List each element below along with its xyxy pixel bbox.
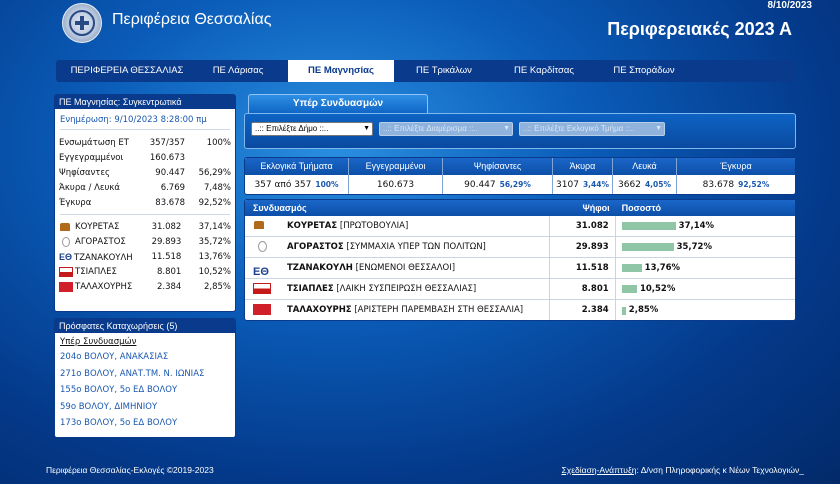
table-row[interactable]: ΑΓΟΡΑΣΤΟΣ [ΣΥΜΜΑΧΙΑ ΥΠΕΡ ΤΩΝ ΠΟΛΙΤΩΝ] 29… [245,237,795,258]
recent-item[interactable]: 59ο ΒΟΛΟΥ, ΔΙΜΗΝΙΟΥ [55,399,235,416]
agorastos-logo-icon [62,236,70,247]
summary-party-row[interactable]: ΑΓΟΡΑΣΤΟΣ 29.893 35,72% [55,235,235,250]
election-title: Περιφερειακές 2023 Α [607,19,792,39]
summary-party-row[interactable]: ΤΑΛΑΧΟΥΡΗΣ 2.384 2,85% [55,280,235,295]
stats-cell: 83.678 92,52% [702,180,770,190]
recent-title: Πρόσφατες Καταχωρήσεις (5) [55,319,235,333]
stats-cell: 160.673 [349,175,443,194]
stats-cell: 357 από 357 100% [245,175,349,194]
recent-subtitle[interactable]: Υπέρ Συνδυασμών [55,333,235,349]
summary-row: Εγγεγραμμένοι 160.673 [59,153,186,163]
nav-trikala[interactable]: ΠΕ Τρικάλων [394,60,494,82]
summary-party-row[interactable]: ΤΣΙΑΠΛΕΣ 8.801 10,52% [55,265,235,280]
summary-row: Ψηφίσαντες 90.447 56,29% [59,168,232,178]
filter-bar: ..:: Επιλέξτε Δήμο ::.. ▼ ..:: Επιλέξτε Δ… [244,113,796,149]
footer-copyright: Περιφέρεια Θεσσαλίας-Εκλογές ©2019-2023 [46,465,214,475]
stats-header: Έγκυρα [720,161,752,171]
recent-item[interactable]: 173ο ΒΟΛΟΥ, 5ο ΕΔ ΒΟΛΟΥ [55,415,235,432]
summary-title: ΠΕ Μαγνησίας: Συγκεντρωτικά [55,95,235,109]
vote-share-bar [621,222,676,230]
talaxouris-logo-icon [253,304,271,315]
stats-cell: 90.447 56,29% [443,175,553,194]
kouretas-logo-icon [253,220,271,231]
tzanakouli-logo-icon: ΕΘ [253,266,269,278]
chevron-down-icon: ▼ [655,125,662,132]
section-select: ..:: Επιλέξτε Εκλογικό Τμήμα ::.. ▼ [519,122,665,136]
nav-sporades[interactable]: ΠΕ Σποράδων [594,60,694,82]
summary-panel: ΠΕ Μαγνησίας: Συγκεντρωτικά Ενημέρωση: 9… [54,94,236,312]
stats-header: Λευκά [613,158,677,175]
nav-region[interactable]: ΠΕΡΙΦΕΡΕΙΑ ΘΕΣΣΑΛΙΑΣ [56,60,198,82]
current-date: 8/10/2023 [767,0,813,11]
nav-magnesia[interactable]: ΠΕ Μαγνησίας [288,60,394,82]
summary-party-row[interactable]: ΚΟΥΡΕΤΑΣ 31.082 37,14% [55,220,235,235]
region-seal-icon[interactable] [62,3,102,43]
stats-header: Εγγεγραμμένοι [349,158,443,175]
footer-credits: Σχεδίαση-Ανάπτυξη: Δ/νση Πληροφορικής κ … [561,465,804,475]
tzanakouli-logo-icon: ΕΘ [59,252,73,262]
tsiaples-logo-icon [253,283,271,294]
results-header-pct: Ποσοστό [621,203,661,213]
chevron-down-icon: ▼ [363,125,370,132]
nav-larisa[interactable]: ΠΕ Λάρισας [198,60,278,82]
municipality-select[interactable]: ..:: Επιλέξτε Δήμο ::.. ▼ [251,122,373,136]
stats-cell: 3107 3,44% [553,175,613,194]
stats-header: Άκυρα [553,158,613,175]
summary-row: Ενσωμάτωση ΕΤ 357/357 100% [59,138,232,148]
agorastos-logo-icon [258,241,267,252]
chevron-down-icon: ▼ [503,125,510,132]
recent-panel: Πρόσφατες Καταχωρήσεις (5) Υπέρ Συνδυασμ… [54,318,236,438]
recent-item[interactable]: 204ο ΒΟΛΟΥ, ΑΝΑΚΑΣΙΑΣ [55,349,235,366]
recent-item[interactable]: 155ο ΒΟΛΟΥ, 5ο ΕΔ ΒΟΛΟΥ [55,382,235,399]
table-row[interactable]: ΤΑΛΑΧΟΥΡΗΣ [ΑΡΙΣΤΕΡΗ ΠΑΡΕΜΒΑΣΗ ΣΤΗ ΘΕΣΣΑ… [245,300,795,320]
tab-party-results[interactable]: Υπέρ Συνδυασμών [248,94,428,114]
kouretas-logo-icon [59,221,73,232]
summary-row: Άκυρα / Λευκά 6.769 7,48% [59,183,232,193]
talaxouris-logo-icon [59,281,73,292]
results-header-votes: Ψήφοι [582,203,610,213]
table-row[interactable]: ΤΣΙΑΠΛΕΣ [ΛΑΙΚΗ ΣΥΣΠΕΙΡΩΣΗ ΘΕΣΣΑΛΙΑΣ] 8.… [245,279,795,300]
stats-table: Εκλογικά Τμήματα Εγγεγραμμένοι Ψηφίσαντε… [244,157,796,195]
nav-karditsa[interactable]: ΠΕ Καρδίτσας [494,60,594,82]
results-header-party: Συνδυασμός [253,203,307,213]
last-updated: Ενημέρωση: 9/10/2023 8:28:00 πμ [60,115,207,125]
table-row[interactable]: ΕΘ ΤΖΑΝΑΚΟΥΛΗ [ΕΝΩΜΕΝΟΙ ΘΕΣΣΑΛΟΙ] 11.518 … [245,258,795,279]
site-title[interactable]: Περιφέρεια Θεσσαλίας [112,11,271,29]
results-table: Συνδυασμός Ψήφοι Ποσοστό ΚΟΥΡΕΤΑΣ [ΠΡΩΤΟ… [244,199,796,321]
vote-share-bar [621,243,674,251]
vote-share-bar [621,306,626,315]
main-nav: ΠΕΡΙΦΕΡΕΙΑ ΘΕΣΣΑΛΙΑΣ ΠΕ Λάρισας ΠΕ Μαγνη… [56,60,796,82]
tsiaples-logo-icon [59,266,73,277]
header: Περιφέρεια Θεσσαλίας 8/10/2023 Περιφερει… [0,0,840,52]
vote-share-bar [621,264,642,272]
stats-header: Ψηφίσαντες [443,158,553,175]
stats-cell: 3662 4,05% [613,175,677,194]
summary-row: Έγκυρα 83.678 92,52% [59,198,232,208]
recent-item[interactable]: 271ο ΒΟΛΟΥ, ΑΝΑΤ.ΤΜ. Ν. ΙΩΝΙΑΣ [55,366,235,383]
table-row[interactable]: ΚΟΥΡΕΤΑΣ [ΠΡΩΤΟΒΟΥΛΙΑ] 31.082 37,14% [245,216,795,237]
summary-party-row[interactable]: ΕΘ ΤΖΑΝΑΚΟΥΛΗ 11.518 13,76% [55,250,235,265]
footer-credits-link[interactable]: Σχεδίαση-Ανάπτυξη [562,465,637,475]
vote-share-bar [621,285,637,293]
stats-header: Εκλογικά Τμήματα [245,158,349,175]
district-select: ..:: Επιλέξτε Διαμέρισμα ::.. ▼ [379,122,513,136]
